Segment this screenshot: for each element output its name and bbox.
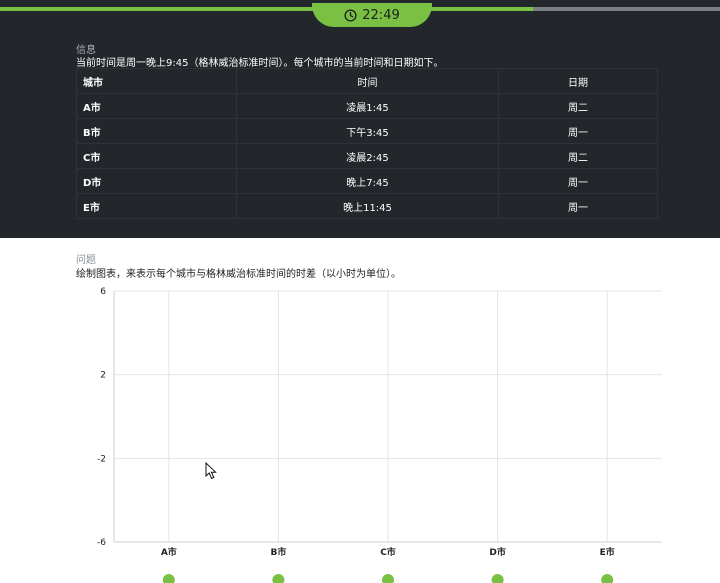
x-tick-label: A市 [161,546,177,558]
time-cell: 凌晨2:45 [236,143,499,169]
column-header-city: 城市 [76,68,237,94]
city-cell: D市 [76,168,237,194]
date-cell: 周二 [498,93,658,119]
date-cell: 周二 [498,143,658,169]
bar-drag-handle[interactable] [162,574,175,583]
time-cell: 下午3:45 [236,118,499,144]
time-cell: 晚上11:45 [236,193,499,219]
progress-fill [0,7,533,11]
info-text: 当前时间是周一晚上9:45（格林威治标准时间）。每个城市的当前时间和日期如下。 [76,58,444,69]
time-cell: 凌晨1:45 [236,93,499,119]
bar-drag-handle[interactable] [491,574,504,583]
mouse-cursor-icon [205,462,217,480]
table-header-row: 城市 时间 日期 [76,68,658,94]
table-row: C市 凌晨2:45 周二 [76,143,658,169]
city-cell: E市 [76,193,237,219]
bar-chart-editor[interactable]: 6 2 -2 -6 A市 B市 C市 D市 E市 [0,280,720,583]
y-tick-label: -6 [97,538,106,548]
table-row: B市 下午3:45 周一 [76,118,658,144]
table-row: D市 晚上7:45 周一 [76,168,658,194]
time-cell: 晚上7:45 [236,168,499,194]
city-cell: B市 [76,118,237,144]
bar-drag-handle[interactable] [601,574,614,583]
question-text: 绘制图表，来表示每个城市与格林威治标准时间的时差（以小时为单位）。 [76,269,401,280]
timer-text: 22:49 [362,7,400,23]
column-header-date: 日期 [498,68,658,94]
x-tick-label: B市 [270,546,286,558]
clock-icon [344,8,357,22]
x-tick-label: C市 [380,546,396,558]
table-row: A市 凌晨1:45 周二 [76,93,658,119]
city-time-table: 城市 时间 日期 A市 凌晨1:45 周二 B市 下午3:45 周一 C市 凌晨… [76,68,658,219]
y-tick-label: 6 [100,287,106,297]
info-panel: 22:49 信息 当前时间是周一晚上9:45（格林威治标准时间）。每个城市的当前… [0,0,720,238]
city-cell: C市 [76,143,237,169]
bar-drag-handle[interactable] [382,574,394,583]
date-cell: 周一 [498,168,658,194]
date-cell: 周一 [498,193,658,219]
question-label: 问题 [76,255,96,266]
timer-badge: 22:49 [312,3,432,27]
y-tick-label: -2 [97,454,106,464]
x-tick-label: D市 [489,546,505,558]
y-tick-label: 2 [100,371,106,381]
x-tick-label: E市 [600,546,615,558]
city-cell: A市 [76,93,237,119]
table-row: E市 晚上11:45 周一 [76,193,658,219]
date-cell: 周一 [498,118,658,144]
column-header-time: 时间 [236,68,499,94]
bar-drag-handle[interactable] [272,574,285,583]
